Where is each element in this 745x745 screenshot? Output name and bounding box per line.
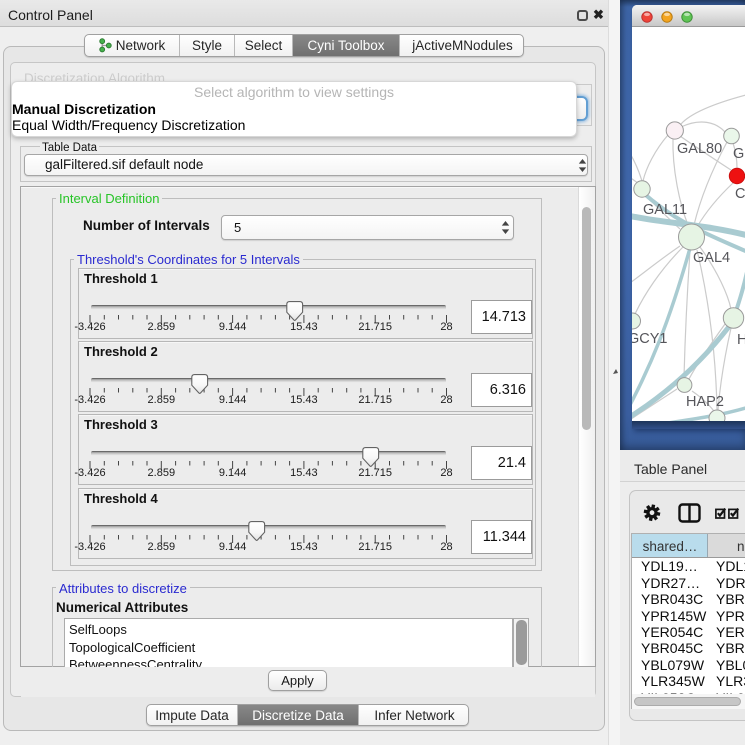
svg-text:C: C: [735, 186, 745, 202]
svg-text:G.: G.: [733, 146, 745, 162]
svg-text:GAL80: GAL80: [677, 141, 722, 157]
svg-text:H: H: [737, 332, 745, 348]
svg-text:GAL11: GAL11: [643, 202, 687, 218]
svg-text:GAL4: GAL4: [693, 250, 730, 266]
svg-text:HAP2: HAP2: [686, 394, 724, 410]
svg-text:GCY1: GCY1: [632, 331, 668, 347]
